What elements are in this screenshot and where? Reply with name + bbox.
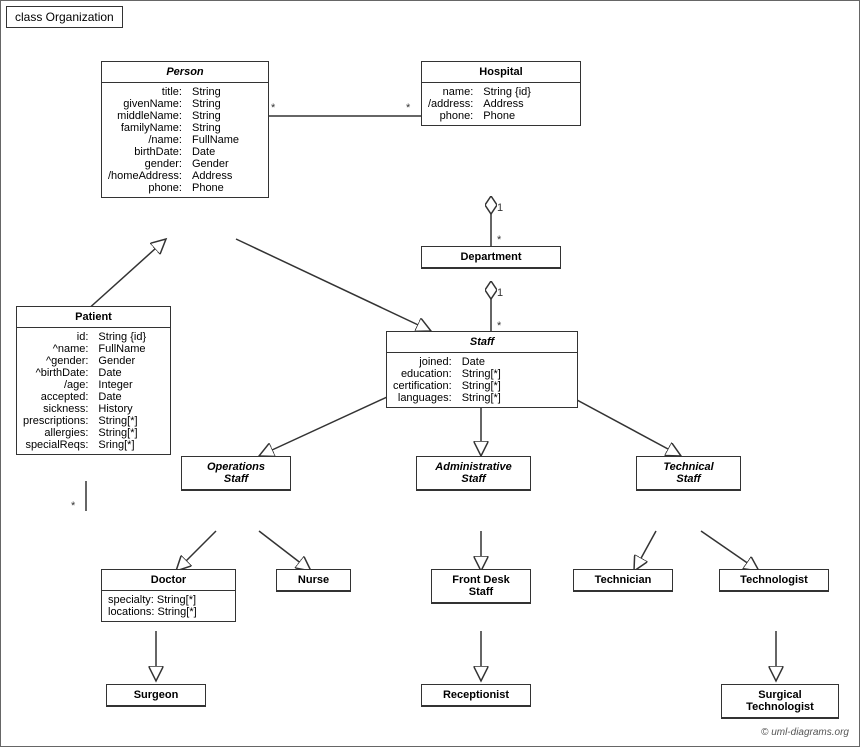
class-technical-staff-header: TechnicalStaff (637, 457, 740, 490)
class-staff-body: joined:education:certification:languages… (387, 353, 577, 407)
class-department-header: Department (422, 247, 560, 268)
class-front-desk-staff-header: Front DeskStaff (432, 570, 530, 603)
class-operations-staff-header: OperationsStaff (182, 457, 290, 490)
svg-text:*: * (497, 234, 502, 246)
class-person-attrs: title:givenName:middleName:familyName:/n… (108, 86, 182, 194)
class-patient-body: id:^name:^gender:^birthDate:/age:accepte… (17, 328, 170, 454)
class-technologist: Technologist (719, 569, 829, 592)
class-front-desk-staff: Front DeskStaff (431, 569, 531, 604)
diagram-title: class Organization (6, 6, 123, 28)
class-hospital-attrs: name:/address:phone: (428, 86, 473, 122)
class-surgical-technologist: SurgicalTechnologist (721, 684, 839, 719)
class-hospital-header: Hospital (422, 62, 580, 83)
svg-text:1: 1 (497, 202, 503, 214)
class-patient-header: Patient (17, 307, 170, 328)
class-person-body: title:givenName:middleName:familyName:/n… (102, 83, 268, 197)
class-hospital-types: String {id}AddressPhone (483, 86, 531, 122)
class-patient-attrs: id:^name:^gender:^birthDate:/age:accepte… (23, 331, 88, 451)
class-staff: Staff joined:education:certification:lan… (386, 331, 578, 408)
class-receptionist-header: Receptionist (422, 685, 530, 706)
class-patient: Patient id:^name:^gender:^birthDate:/age… (16, 306, 171, 455)
class-person-header: Person (102, 62, 268, 83)
class-patient-types: String {id}FullNameGenderDateIntegerDate… (98, 331, 146, 451)
class-doctor-header: Doctor (102, 570, 235, 591)
class-staff-header: Staff (387, 332, 577, 353)
class-person-types: StringStringStringStringFullNameDateGend… (192, 86, 239, 194)
class-administrative-staff: AdministrativeStaff (416, 456, 531, 491)
svg-text:*: * (271, 102, 276, 114)
class-staff-types: DateString[*]String[*]String[*] (462, 356, 501, 404)
class-technician: Technician (573, 569, 673, 592)
class-surgeon-header: Surgeon (107, 685, 205, 706)
class-staff-attrs: joined:education:certification:languages… (393, 356, 452, 404)
copyright: © uml-diagrams.org (761, 727, 849, 738)
diagram-container: class Organization * * 1 * 1 * (0, 0, 860, 747)
class-technical-staff: TechnicalStaff (636, 456, 741, 491)
class-administrative-staff-header: AdministrativeStaff (417, 457, 530, 490)
class-nurse: Nurse (276, 569, 351, 592)
class-doctor-body: specialty: String[*]locations: String[*] (102, 591, 235, 621)
class-hospital-body: name:/address:phone: String {id}AddressP… (422, 83, 580, 125)
svg-text:*: * (406, 102, 411, 114)
class-receptionist: Receptionist (421, 684, 531, 707)
class-nurse-header: Nurse (277, 570, 350, 591)
class-technologist-header: Technologist (720, 570, 828, 591)
class-person: Person title:givenName:middleName:family… (101, 61, 269, 198)
class-doctor: Doctor specialty: String[*]locations: St… (101, 569, 236, 622)
class-operations-staff: OperationsStaff (181, 456, 291, 491)
class-surgical-technologist-header: SurgicalTechnologist (722, 685, 838, 718)
class-hospital: Hospital name:/address:phone: String {id… (421, 61, 581, 126)
class-surgeon: Surgeon (106, 684, 206, 707)
class-department: Department (421, 246, 561, 269)
svg-text:*: * (71, 500, 76, 512)
class-technician-header: Technician (574, 570, 672, 591)
svg-text:1: 1 (497, 287, 503, 299)
